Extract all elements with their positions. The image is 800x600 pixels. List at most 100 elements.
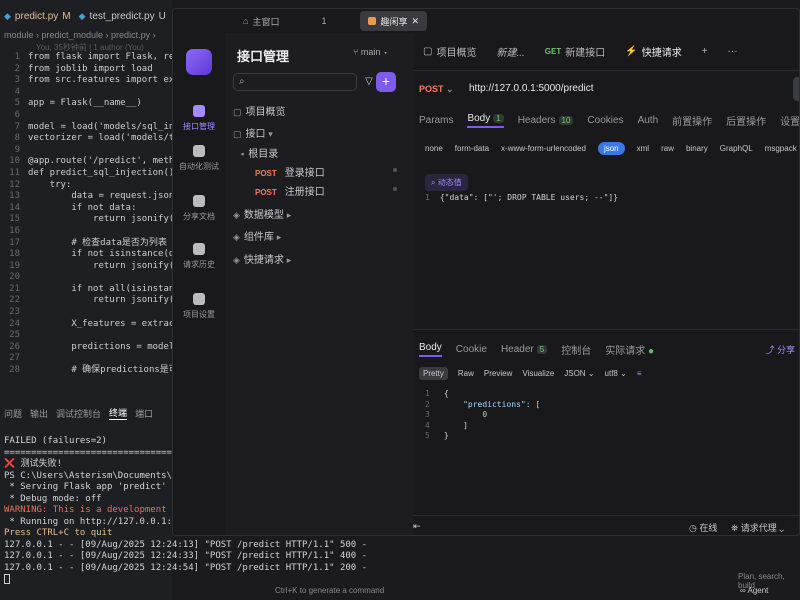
encoding-select[interactable]: utf8 ⌄ — [605, 369, 627, 378]
line-number: 22 — [9, 295, 20, 306]
code-text: X_features = extrac — [28, 318, 172, 329]
rail-item-api-management[interactable]: 接口管理 — [173, 105, 225, 132]
sidebar-item-apis[interactable]: ▢ 接口 ▾ — [233, 125, 277, 140]
tab-body[interactable]: Body 1 — [467, 113, 504, 128]
resp-tab-body[interactable]: Body — [419, 342, 442, 357]
apifox-window: ⌂ 主窗口 1 趣闲享 ✕ 接口管理 自动化测试 分享文档 请求历史 项目设置 接口… — [172, 8, 800, 536]
python-file-icon: ◆ — [78, 10, 86, 21]
code-text: predictions = model — [28, 341, 172, 352]
request-body-editor[interactable]: 1 {"data": ["'; DROP TABLE users; --"]} — [425, 193, 618, 202]
response-body[interactable]: 1{2 "predictions": [3 04 ] 5} — [425, 389, 540, 442]
response-text: { — [443, 389, 449, 398]
window-tab-main[interactable]: ⌂ 主窗口 — [235, 11, 287, 31]
panel-tab[interactable]: 端口 — [135, 407, 153, 420]
code-line: 12 try: — [0, 180, 172, 192]
line-number: 1 — [425, 389, 430, 398]
tab-test-predict-py[interactable]: ◆ test_predict.py U — [75, 6, 170, 26]
body-type-none[interactable]: none — [425, 144, 443, 153]
code-area[interactable]: 1 from flask import Flask, re 2 from joblib… — [0, 52, 172, 404]
home-icon: ⌂ — [243, 16, 249, 26]
tab-overview[interactable]: ▢ 项目概览 — [413, 44, 486, 59]
body-type-raw[interactable]: raw — [661, 144, 674, 153]
more-icon[interactable]: ··· — [718, 46, 748, 57]
tab-new-api[interactable]: GET 新建接口 — [535, 44, 615, 59]
sidebar-item-components[interactable]: ◈ 组件库 ▸ — [233, 228, 285, 243]
url-input[interactable]: http://127.0.0.1:5000/predict — [469, 77, 789, 101]
terminal-line: 127.0.0.1 - - [09/Aug/2025 12:24:54] "PO… — [4, 562, 368, 573]
tab-pre-actions[interactable]: 前置操作 — [672, 113, 712, 128]
view-raw[interactable]: Raw — [458, 369, 474, 378]
sidebar-item-models[interactable]: ◈ 数据模型 ▸ — [233, 206, 295, 221]
resp-tab-header[interactable]: Header 5 — [501, 344, 548, 355]
line-number: 16 — [9, 225, 20, 236]
branch-selector[interactable]: ⑂ main ▾ — [353, 47, 388, 57]
folder-icon: ▢ — [233, 129, 242, 139]
sidebar-item-login[interactable]: POST 登录接口 — [255, 164, 405, 179]
filter-icon[interactable]: ▽ — [362, 73, 376, 91]
rail-item-settings[interactable]: 项目设置 — [173, 293, 225, 320]
agent-button[interactable]: ∞ Agent — [740, 586, 768, 595]
url-row: POST ⌄ http://127.0.0.1:5000/predict — [413, 77, 799, 101]
wrap-icon[interactable]: ≡ — [637, 369, 642, 378]
line-number: 9 — [14, 144, 20, 155]
send-button[interactable] — [793, 77, 799, 101]
tab-quick-request[interactable]: ⚡ 快捷请求 — [615, 44, 691, 59]
terminal-cursor[interactable] — [0, 574, 800, 586]
window-tab-project[interactable]: 趣闲享 ✕ — [360, 11, 428, 31]
folder-icon: ▪ — [241, 149, 245, 159]
method-select[interactable]: POST ⌄ — [419, 77, 465, 101]
body-type-json[interactable]: json — [597, 141, 625, 155]
add-tab-button[interactable]: + — [692, 46, 718, 57]
panel-tab[interactable]: 输出 — [30, 407, 48, 420]
body-type-xml[interactable]: xml — [637, 144, 649, 153]
breadcrumb[interactable]: module › predict_module › predict.py › — [4, 30, 156, 40]
collapse-icon[interactable]: ⇤ — [413, 521, 421, 532]
view-pretty[interactable]: Pretty — [419, 366, 448, 380]
tab-cookies[interactable]: Cookies — [587, 115, 623, 126]
code-text: vectorizer = load('models/t — [28, 133, 172, 144]
add-button[interactable]: + — [376, 72, 396, 92]
panel-tab[interactable]: 调试控制台 — [56, 407, 101, 420]
sidebar-item-quick[interactable]: ◈ 快捷请求 ▸ — [233, 251, 295, 266]
window-tab-1[interactable]: 1 — [313, 11, 334, 31]
rail-item-history[interactable]: 请求历史 — [173, 243, 225, 270]
format-select[interactable]: JSON ⌄ — [564, 369, 594, 378]
sidebar-item-overview[interactable]: ▢ 项目概览 — [233, 103, 286, 118]
main-panel: ▢ 项目概览 新建... GET 新建接口 ⚡ 快捷请求 + ··· POST ⌄ h… — [413, 33, 799, 535]
online-status[interactable]: ◷ 在线 — [689, 521, 717, 534]
resp-tab-cookie[interactable]: Cookie — [456, 344, 487, 355]
status-dot: ● — [647, 345, 655, 357]
body-type-msgpack[interactable]: msgpack — [765, 144, 797, 153]
tab-auth[interactable]: Auth — [638, 115, 659, 126]
body-type-binary[interactable]: binary — [686, 144, 708, 153]
share-button[interactable]: ⤴ 分享 — [765, 343, 795, 356]
view-preview[interactable]: Preview — [484, 369, 512, 378]
tab-settings[interactable]: 设置 — [780, 113, 799, 128]
line-number: 10 — [9, 156, 20, 167]
tab-params[interactable]: Params — [419, 115, 453, 126]
panel-tab[interactable]: 终端 — [109, 406, 128, 420]
tab-predict-py[interactable]: ◆ predict.py M — [0, 6, 75, 26]
body-type-urlencoded[interactable]: x-www-form-urlencoded — [501, 144, 586, 153]
search-input[interactable]: ⌕ — [233, 73, 357, 91]
tab-new[interactable]: 新建... — [486, 44, 534, 59]
tab-headers[interactable]: Headers 10 — [518, 115, 574, 126]
split-divider[interactable] — [413, 329, 799, 330]
resp-tab-console[interactable]: 控制台 — [561, 342, 591, 357]
line-number: 3 — [14, 75, 20, 86]
close-icon[interactable]: ✕ — [411, 16, 419, 27]
panel-tab[interactable]: 问题 — [4, 407, 22, 420]
terminal-line: 127.0.0.1 - - [09/Aug/2025 12:24:33] "PO… — [4, 551, 368, 561]
body-type-form-data[interactable]: form-data — [455, 144, 489, 153]
code-line: 27 — [0, 353, 172, 365]
tab-post-actions[interactable]: 后置操作 — [726, 113, 766, 128]
dynamic-value-button[interactable]: ⌕ 动态值 — [425, 174, 468, 191]
view-visualize[interactable]: Visualize — [522, 369, 554, 378]
resp-tab-actual-request[interactable]: 实际请求 ● — [605, 342, 654, 357]
proxy-button[interactable]: ⛯ 请求代理 ⌄ — [731, 521, 784, 534]
sidebar-item-register[interactable]: POST 注册接口 — [255, 183, 405, 198]
rail-item-automation[interactable]: 自动化测试 — [173, 145, 225, 172]
sidebar-item-root[interactable]: ▪ 根目录 — [241, 145, 278, 160]
body-type-graphql[interactable]: GraphQL — [720, 144, 753, 153]
rail-item-share-docs[interactable]: 分享文档 — [173, 195, 225, 222]
